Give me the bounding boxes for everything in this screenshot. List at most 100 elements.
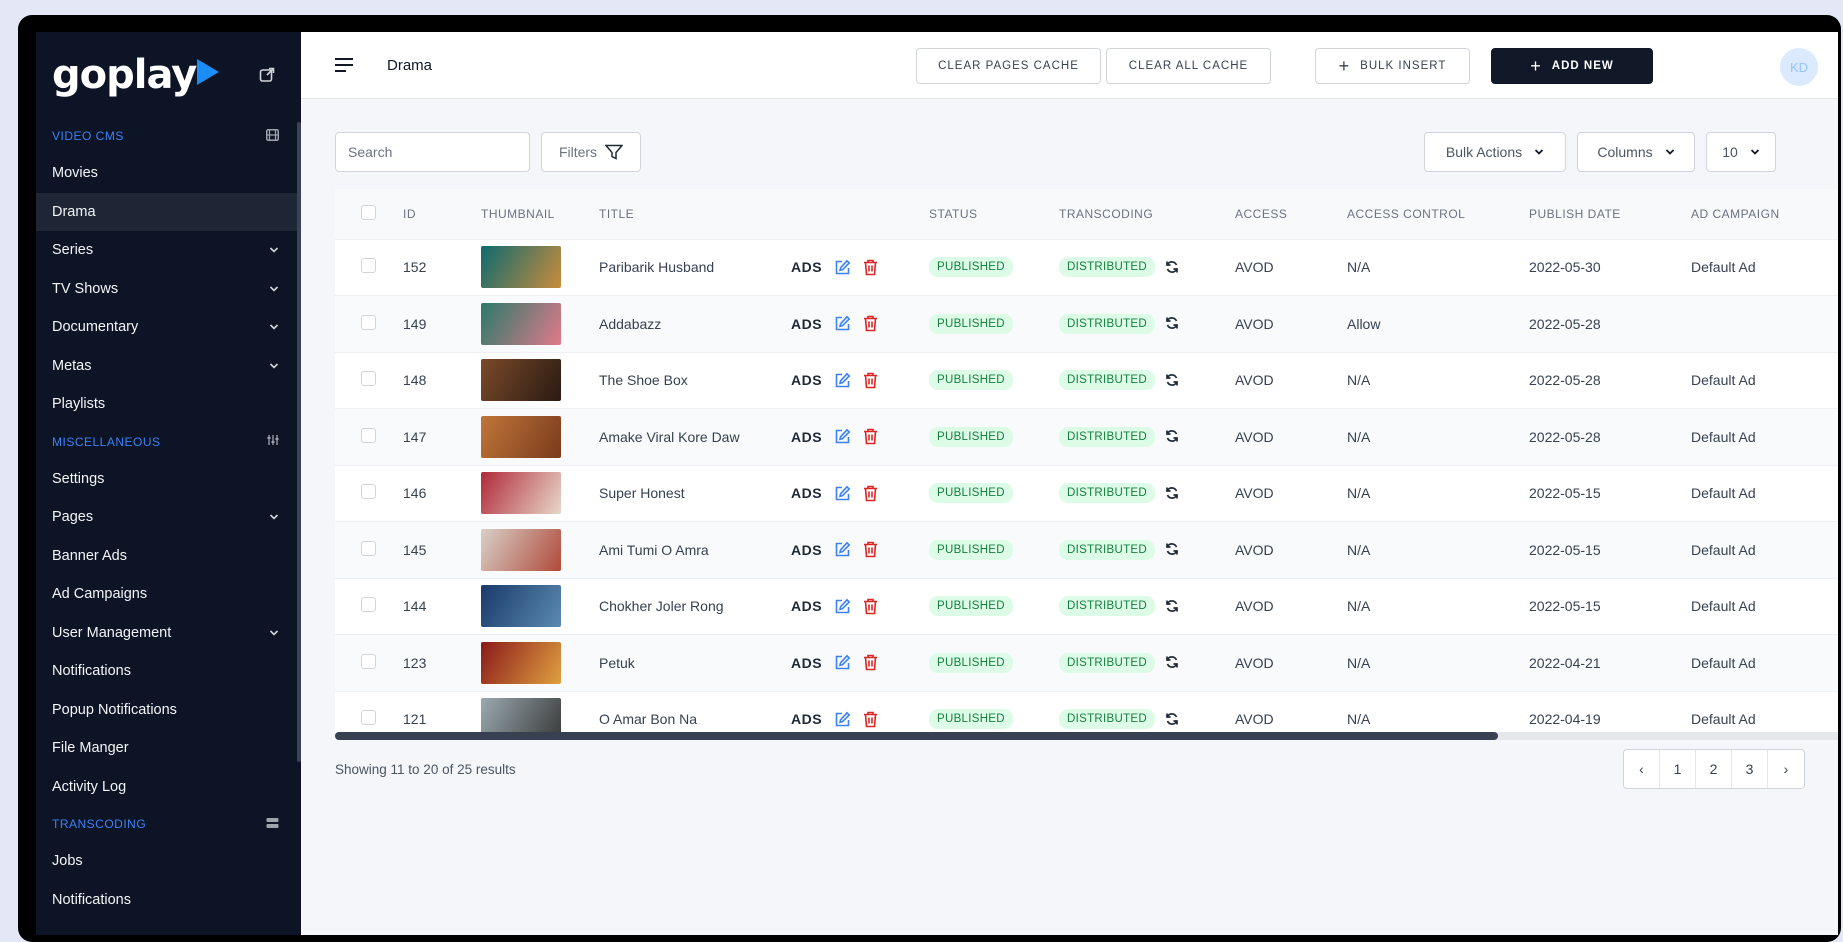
columns-select[interactable]: Columns	[1577, 132, 1695, 172]
refresh-icon[interactable]	[1165, 542, 1179, 556]
external-link-icon[interactable]	[259, 67, 275, 83]
row-title[interactable]: Amake Viral Kore Daw	[599, 408, 791, 465]
column-header-transcoding[interactable]: TRANSCODING	[1059, 189, 1235, 239]
avatar[interactable]: KD	[1780, 48, 1818, 86]
per-page-select[interactable]: 10	[1706, 132, 1776, 172]
add-new-button[interactable]: + ADD NEW	[1491, 48, 1653, 84]
column-header-status[interactable]: STATUS	[929, 189, 1059, 239]
sidebar-item-popup-notifications[interactable]: Popup Notifications	[36, 691, 301, 730]
edit-icon[interactable]	[834, 654, 851, 671]
edit-icon[interactable]	[834, 485, 851, 502]
ads-link[interactable]: ADS	[791, 485, 822, 501]
logo[interactable]: goplay	[52, 52, 220, 98]
column-header-ad-campaign[interactable]: AD CAMPAIGN	[1691, 189, 1838, 239]
clear-all-cache-button[interactable]: CLEAR ALL CACHE	[1106, 48, 1271, 84]
table-row[interactable]: 145 Ami Tumi O Amra ADS PUBLISHED DISTRIBUTE…	[335, 521, 1838, 578]
edit-icon[interactable]	[834, 598, 851, 615]
row-title[interactable]: O Amar Bon Na	[599, 690, 791, 737]
table-row[interactable]: 147 Amake Viral Kore Daw ADS PUBLISHED DISTR…	[335, 408, 1838, 465]
table-row[interactable]: 123 Petuk ADS PUBLISHED DISTRIBUTED AVOD N/A 20…	[335, 634, 1838, 691]
edit-icon[interactable]	[834, 711, 851, 728]
bulk-insert-button[interactable]: + BULK INSERT	[1315, 48, 1470, 84]
row-title[interactable]: Ami Tumi O Amra	[599, 521, 791, 578]
row-checkbox[interactable]	[361, 597, 376, 613]
row-title[interactable]: Petuk	[599, 634, 791, 691]
next-page-button[interactable]: ›	[1768, 750, 1804, 788]
ads-link[interactable]: ADS	[791, 655, 822, 671]
row-checkbox[interactable]	[361, 540, 376, 556]
prev-page-button[interactable]: ‹	[1624, 750, 1660, 788]
ads-link[interactable]: ADS	[791, 542, 822, 558]
page-2-button[interactable]: 2	[1696, 750, 1732, 788]
sidebar-item-documentary[interactable]: Documentary	[36, 308, 301, 347]
ads-link[interactable]: ADS	[791, 372, 822, 388]
row-checkbox[interactable]	[361, 427, 376, 443]
ads-link[interactable]: ADS	[791, 259, 822, 275]
refresh-icon[interactable]	[1165, 316, 1179, 330]
search-input[interactable]	[335, 132, 530, 172]
delete-icon[interactable]	[863, 711, 878, 728]
column-header-id[interactable]: ID	[403, 189, 481, 239]
ads-link[interactable]: ADS	[791, 598, 822, 614]
sidebar-item-file-manger[interactable]: File Manger	[36, 729, 301, 768]
thumbnail-image[interactable]	[481, 415, 561, 458]
menu-toggle-icon[interactable]	[335, 58, 353, 72]
select-all-checkbox[interactable]	[361, 204, 376, 220]
sidebar-item-jobs[interactable]: Jobs	[36, 842, 301, 881]
row-title[interactable]: Chokher Joler Rong	[599, 577, 791, 635]
sidebar-item-user-management[interactable]: User Management	[36, 614, 301, 653]
ads-link[interactable]: ADS	[791, 711, 822, 727]
delete-icon[interactable]	[863, 485, 878, 502]
delete-icon[interactable]	[863, 654, 878, 671]
table-row[interactable]: 121 O Amar Bon Na ADS PUBLISHED DISTRIBUTED A…	[335, 690, 1838, 737]
sidebar-item-ad-campaigns[interactable]: Ad Campaigns	[36, 575, 301, 614]
row-checkbox[interactable]	[361, 371, 376, 387]
edit-icon[interactable]	[834, 541, 851, 558]
row-checkbox[interactable]	[361, 653, 376, 669]
refresh-icon[interactable]	[1165, 429, 1179, 443]
thumbnail-image[interactable]	[481, 528, 561, 571]
thumbnail-image[interactable]	[481, 359, 561, 402]
delete-icon[interactable]	[863, 541, 878, 558]
thumbnail-image[interactable]	[481, 585, 561, 628]
sidebar-item-playlists[interactable]: Playlists	[36, 385, 301, 424]
thumbnail-image[interactable]	[481, 641, 561, 684]
row-checkbox[interactable]	[361, 484, 376, 500]
sidebar-item-notifications[interactable]: Notifications	[36, 652, 301, 691]
refresh-icon[interactable]	[1165, 373, 1179, 387]
page-3-button[interactable]: 3	[1732, 750, 1768, 788]
delete-icon[interactable]	[863, 315, 878, 332]
edit-icon[interactable]	[834, 315, 851, 332]
refresh-icon[interactable]	[1165, 655, 1179, 669]
sidebar-item-pages[interactable]: Pages	[36, 498, 301, 537]
thumbnail-image[interactable]	[481, 246, 561, 289]
table-row[interactable]: 152 Paribarik Husband ADS PUBLISHED DISTRIBU…	[335, 238, 1838, 296]
row-title[interactable]: Paribarik Husband	[599, 238, 791, 296]
edit-icon[interactable]	[834, 259, 851, 276]
scrollbar-thumb[interactable]	[335, 732, 1498, 740]
row-title[interactable]: Super Honest	[599, 464, 791, 522]
ads-link[interactable]: ADS	[791, 316, 822, 332]
sidebar-item-notifications[interactable]: Notifications	[36, 881, 301, 920]
row-checkbox[interactable]	[361, 258, 376, 274]
row-title[interactable]: The Shoe Box	[599, 351, 791, 409]
column-header-title[interactable]: TITLE	[599, 189, 791, 239]
sidebar-item-metas[interactable]: Metas	[36, 347, 301, 386]
row-checkbox[interactable]	[361, 314, 376, 330]
ads-link[interactable]: ADS	[791, 429, 822, 445]
edit-icon[interactable]	[834, 428, 851, 445]
column-header-access-control[interactable]: ACCESS CONTROL	[1347, 189, 1529, 239]
refresh-icon[interactable]	[1165, 260, 1179, 274]
delete-icon[interactable]	[863, 428, 878, 445]
sidebar-item-drama[interactable]: Drama	[36, 192, 301, 231]
refresh-icon[interactable]	[1165, 712, 1179, 726]
page-1-button[interactable]: 1	[1660, 750, 1696, 788]
sidebar-item-series[interactable]: Series	[36, 231, 301, 270]
row-checkbox[interactable]	[361, 710, 376, 726]
clear-pages-cache-button[interactable]: CLEAR PAGES CACHE	[916, 48, 1101, 84]
delete-icon[interactable]	[863, 598, 878, 615]
thumbnail-image[interactable]	[481, 302, 561, 345]
refresh-icon[interactable]	[1165, 599, 1179, 613]
sidebar-item-activity-log[interactable]: Activity Log	[36, 768, 301, 807]
delete-icon[interactable]	[863, 259, 878, 276]
